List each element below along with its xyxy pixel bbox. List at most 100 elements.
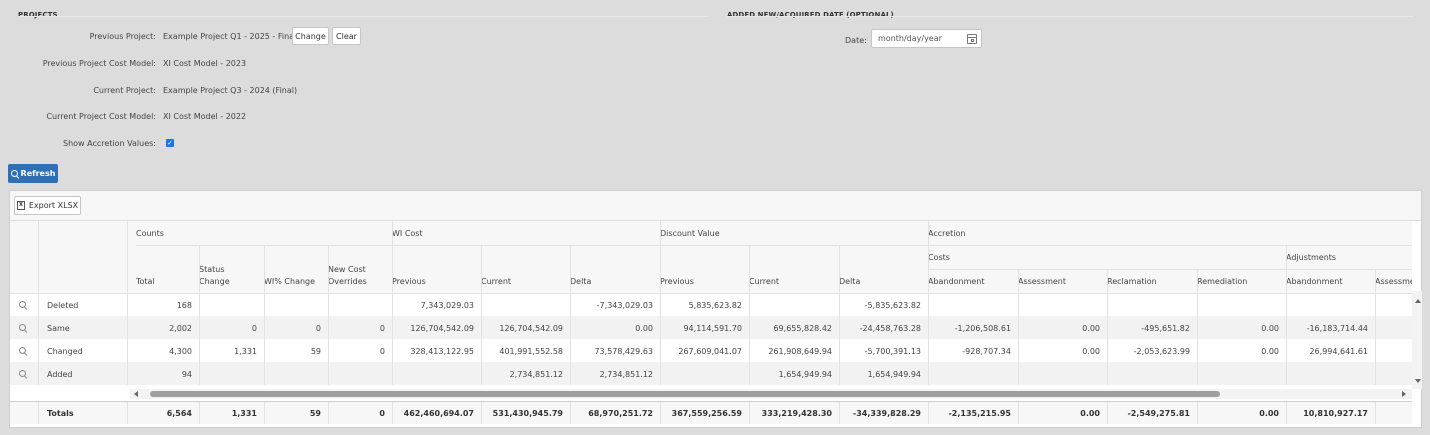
table-cell: 0.00 <box>1261 324 1279 333</box>
clear-button[interactable]: Clear <box>332 27 361 45</box>
grid-line <box>1018 362 1019 385</box>
grid-line <box>928 269 1412 270</box>
header-costs-reclamation[interactable]: Reclamation <box>1107 277 1157 286</box>
grid-line <box>328 293 329 316</box>
header-costs: Costs <box>928 253 950 262</box>
table-cell: 0 <box>379 324 385 333</box>
row-detail-search-icon[interactable] <box>19 301 26 308</box>
grid-line <box>38 316 39 339</box>
row-label: Changed <box>47 347 83 356</box>
grid-line <box>1197 362 1198 385</box>
grid-line <box>264 293 265 316</box>
grid-line <box>1107 293 1108 316</box>
grid-line <box>1018 293 1019 316</box>
date-input[interactable]: month/day/year <box>871 29 982 48</box>
date-label: Date: <box>845 36 867 45</box>
header-accretion: Accretion <box>928 229 966 238</box>
grid-line <box>38 221 39 293</box>
table-cell: 0.00 <box>1261 347 1279 356</box>
previous-project-label: Previous Project: <box>89 32 156 41</box>
table-cell: 10,810,927.17 <box>1303 409 1368 418</box>
calendar-icon[interactable] <box>967 34 977 44</box>
grid-line <box>1197 293 1198 316</box>
totals-divider <box>10 401 1412 402</box>
header-dv-previous[interactable]: Previous <box>660 277 694 286</box>
table-cell: 5,835,623.82 <box>688 301 742 310</box>
table-cell: 94,114,591.70 <box>683 324 742 333</box>
table-cell: -928,707.34 <box>962 347 1011 356</box>
grid-line <box>38 362 39 385</box>
header-adj-abandonment[interactable]: Abandonment <box>1286 277 1343 286</box>
header-wi-current[interactable]: Current <box>481 277 511 286</box>
current-project-label: Current Project: <box>93 86 156 95</box>
grid-line <box>570 245 571 293</box>
table-cell: 0 <box>379 347 385 356</box>
grid-line <box>928 362 929 385</box>
header-wi-delta[interactable]: Delta <box>570 277 591 286</box>
table-cell: 1,331 <box>231 409 257 418</box>
table-cell: 367,559,256.59 <box>671 409 742 418</box>
table-cell: 401,991,552.58 <box>499 347 563 356</box>
table-row[interactable] <box>10 362 1412 385</box>
horizontal-scrollbar[interactable] <box>130 389 1412 399</box>
table-cell: 2,734,851.12 <box>599 370 653 379</box>
table-cell: 1,654,949.94 <box>867 370 921 379</box>
table-cell: -7,343,029.03 <box>596 301 653 310</box>
header-new-cost-2[interactable]: Overrides <box>328 277 367 286</box>
scroll-down-icon[interactable] <box>1415 379 1421 383</box>
grid-line <box>1375 293 1376 316</box>
grid-line <box>127 316 128 339</box>
header-new-cost-1[interactable]: New Cost <box>328 265 366 274</box>
grid-line <box>199 362 200 385</box>
header-wi-change[interactable]: WI% Change <box>264 277 315 286</box>
table-cell: -24,458,763.28 <box>859 324 921 333</box>
projects-section-title: PROJECTS <box>18 11 58 19</box>
scroll-left-icon[interactable] <box>134 391 138 397</box>
row-detail-search-icon[interactable] <box>19 324 26 331</box>
table-cell: -5,835,623.82 <box>864 301 921 310</box>
export-xlsx-button[interactable]: X Export XLSX <box>14 196 81 215</box>
scroll-up-icon[interactable] <box>1415 299 1421 303</box>
totals-label: Totals <box>47 409 74 418</box>
previous-project-value: Example Project Q1 - 2025 - Final <box>163 32 297 41</box>
header-costs-remediation[interactable]: Remediation <box>1197 277 1247 286</box>
table-cell: -2,549,275.81 <box>1127 409 1190 418</box>
row-detail-search-icon[interactable] <box>19 347 26 354</box>
table-cell: 168 <box>176 301 192 310</box>
header-discount-value: Discount Value <box>660 229 720 238</box>
grid-line <box>749 245 750 293</box>
grid-line <box>392 362 393 385</box>
vertical-scrollbar[interactable] <box>1412 291 1422 389</box>
table-cell: 0.00 <box>1259 409 1279 418</box>
header-dv-current[interactable]: Current <box>749 277 779 286</box>
refresh-button[interactable]: Refresh <box>8 164 58 183</box>
refresh-label: Refresh <box>20 169 56 178</box>
grid-line <box>1286 362 1287 385</box>
header-costs-assessment[interactable]: Assessment <box>1018 277 1066 286</box>
grid-line <box>1107 362 1108 385</box>
table-cell: -1,206,508.61 <box>954 324 1011 333</box>
header-status-change-2[interactable]: Change <box>199 277 230 286</box>
export-label: Export XLSX <box>28 201 79 210</box>
header-wi-previous[interactable]: Previous <box>392 277 426 286</box>
table-cell: 531,430,945.79 <box>492 409 563 418</box>
row-detail-search-icon[interactable] <box>19 370 26 377</box>
horizontal-scroll-thumb[interactable] <box>150 391 1220 397</box>
grid-line <box>1107 269 1108 293</box>
header-total[interactable]: Total <box>136 277 155 286</box>
header-costs-abandonment[interactable]: Abandonment <box>928 277 985 286</box>
header-adj-assessment[interactable]: Assessmen <box>1375 277 1412 286</box>
header-dv-delta[interactable]: Delta <box>839 277 860 286</box>
table-cell: -495,651.82 <box>1141 324 1190 333</box>
grid-line <box>481 293 482 316</box>
scroll-right-icon[interactable] <box>1402 391 1406 397</box>
grid-line <box>928 293 929 316</box>
table-cell: 1,331 <box>234 347 257 356</box>
table-cell: 267,609,041.07 <box>678 347 742 356</box>
show-accretion-checkbox[interactable]: ✓ <box>166 139 174 147</box>
grid-line <box>328 245 329 293</box>
change-button[interactable]: Change <box>292 27 329 45</box>
grid-line <box>38 401 39 424</box>
header-status-change-1[interactable]: Status <box>199 265 225 274</box>
header-counts: Counts <box>136 229 164 238</box>
